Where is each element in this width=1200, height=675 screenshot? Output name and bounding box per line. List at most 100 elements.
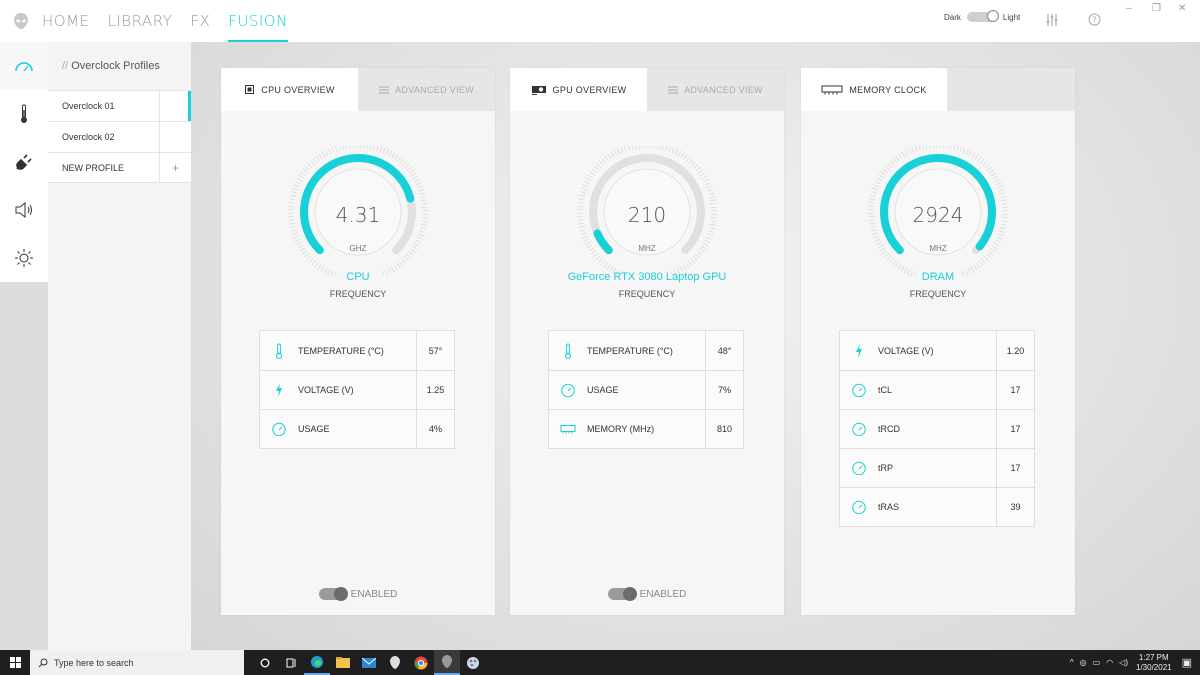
gpu-stats-table: TEMPERATURE (°C) 48° USAGE 7% MEMORY (MH… — [548, 330, 744, 449]
tab-label: ADVANCED VIEW — [684, 84, 763, 95]
gauge-tick — [580, 232, 587, 236]
stat-row: tCL 17 — [840, 370, 1034, 409]
cortana-icon[interactable] — [252, 650, 278, 675]
lightning-icon — [840, 343, 878, 358]
gauge-tick — [627, 146, 630, 151]
tab-gpu-overview[interactable]: GPU OVERVIEW — [510, 68, 647, 111]
restore-icon[interactable]: ❐ — [1152, 3, 1161, 14]
gauge-tick — [691, 161, 696, 167]
security-icon[interactable]: ◎ — [1080, 658, 1087, 667]
edge-browser-icon[interactable] — [304, 650, 330, 675]
gauge-tick — [587, 174, 593, 179]
gauge-tick — [591, 168, 597, 173]
chrome-icon[interactable] — [408, 650, 434, 675]
enable-switch[interactable] — [318, 587, 348, 601]
gauge-tick — [321, 151, 326, 158]
gpu-enable-toggle[interactable]: ENABLED — [510, 587, 784, 601]
gauge-tick — [414, 178, 420, 183]
rail-overclock[interactable] — [0, 42, 48, 90]
gauge-tick — [677, 150, 682, 157]
gauge-tick — [981, 258, 987, 264]
tab-cpu-overview[interactable]: CPU OVERVIEW — [221, 68, 358, 111]
gauge-tick — [708, 192, 715, 195]
rail-audio[interactable] — [0, 186, 48, 234]
gauge-tick — [397, 156, 402, 162]
rail-power[interactable] — [0, 138, 48, 186]
gauge-tick — [895, 155, 900, 162]
tab-memory-clock[interactable]: MEMORY CLOCK — [801, 68, 947, 111]
stat-label: USAGE — [298, 424, 330, 434]
enable-switch[interactable] — [607, 587, 637, 601]
speed-gauge-icon — [15, 62, 33, 72]
help-icon[interactable]: ? — [1088, 13, 1101, 31]
speedometer-icon — [840, 422, 878, 436]
speedometer-icon — [840, 383, 878, 397]
add-profile-button[interactable]: + — [159, 153, 191, 182]
gauge-tick — [971, 152, 976, 158]
alienware-app-icon[interactable] — [382, 650, 408, 675]
gauge-tick — [583, 180, 590, 185]
profile-overclock-02[interactable]: Overclock 02 — [48, 121, 191, 152]
gauge-tick — [699, 172, 706, 177]
stat-value: 57° — [416, 331, 454, 370]
gauge-tick — [929, 146, 931, 149]
gauge-tick — [704, 239, 711, 244]
profiles-title-text: Overclock Profiles — [71, 60, 160, 72]
gauge-tick — [889, 257, 894, 263]
gauge-tick — [688, 158, 694, 164]
nav-home[interactable]: HOME — [42, 0, 90, 42]
theme-toggle[interactable]: Dark Light — [944, 10, 1020, 22]
battery-icon[interactable]: ▭ — [1093, 658, 1101, 667]
wifi-icon[interactable]: ◠ — [1106, 658, 1113, 667]
rail-brightness[interactable] — [0, 234, 48, 282]
stat-row: tRAS 39 — [840, 487, 1034, 526]
gauge-tick — [582, 184, 589, 188]
windows-start-icon[interactable] — [0, 657, 30, 668]
gauge-tick — [638, 146, 640, 149]
gauge-tick — [925, 146, 928, 150]
mail-icon[interactable] — [356, 650, 382, 675]
chevron-up-icon[interactable]: ^ — [1070, 658, 1074, 667]
gauge-tick — [304, 165, 310, 171]
gauge-tick — [369, 146, 372, 150]
volume-icon[interactable]: ◁) — [1119, 658, 1128, 667]
gauge-tick — [334, 146, 338, 152]
minimize-icon[interactable]: – — [1126, 3, 1132, 14]
alienware-command-center-icon[interactable] — [434, 650, 460, 675]
memory-tabs: MEMORY CLOCK — [801, 68, 1075, 111]
task-view-icon[interactable] — [278, 650, 304, 675]
profile-overclock-01[interactable]: Overclock 01 — [48, 90, 191, 121]
gauge-tick — [999, 192, 1006, 195]
stat-value: 17 — [996, 449, 1034, 487]
gauge-tick — [682, 264, 687, 271]
stat-label: MEMORY (MHz) — [587, 424, 655, 434]
taskbar-search-input[interactable]: Type here to search — [30, 650, 244, 675]
theme-switch[interactable] — [966, 10, 999, 22]
tab-cpu-advanced-view[interactable]: ADVANCED VIEW — [358, 68, 495, 111]
gauge-tick — [342, 146, 344, 150]
profile-side — [159, 122, 191, 152]
ram-stick-icon — [821, 85, 843, 95]
taskbar-clock[interactable]: 1:27 PM 1/30/2021 — [1136, 653, 1172, 673]
cpu-enable-toggle[interactable]: ENABLED — [221, 587, 495, 601]
gauge-tick — [417, 185, 424, 189]
nav-library[interactable]: LIBRARY — [108, 0, 173, 42]
close-icon[interactable]: ✕ — [1178, 3, 1186, 14]
gauge-tick — [965, 148, 970, 155]
sliders-icon[interactable] — [1046, 13, 1058, 32]
gauge-tick — [658, 146, 661, 150]
nav-fx[interactable]: FX — [190, 0, 210, 42]
nav-fusion[interactable]: FUSION — [228, 0, 288, 42]
gauge-tick — [705, 236, 712, 240]
gauge-tick — [695, 166, 701, 172]
gauge-tick — [598, 257, 603, 263]
gauge-tick — [601, 158, 607, 164]
notifications-icon[interactable]: ▣ — [1182, 656, 1192, 669]
profile-new[interactable]: NEW PROFILE + — [48, 152, 191, 183]
stat-row: USAGE 7% — [549, 370, 743, 409]
file-explorer-icon[interactable] — [330, 650, 356, 675]
rail-thermals[interactable] — [0, 90, 48, 138]
paint-icon[interactable] — [460, 650, 486, 675]
gauge-tick — [884, 252, 890, 258]
tab-gpu-advanced-view[interactable]: ADVANCED VIEW — [647, 68, 784, 111]
